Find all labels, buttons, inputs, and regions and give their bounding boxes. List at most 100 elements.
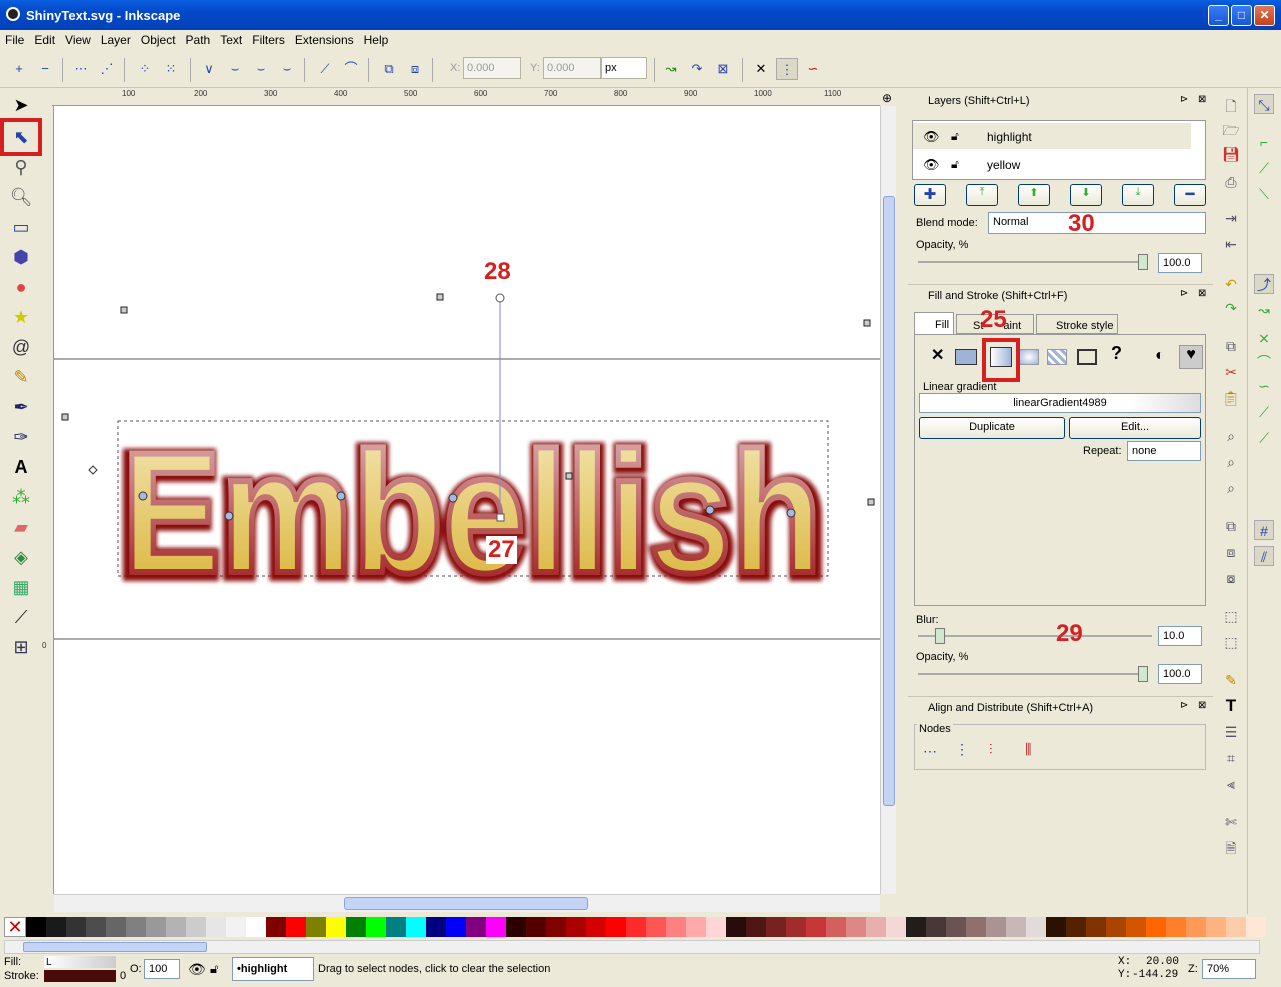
layer-row-highlight[interactable]: 👁︎ 🔓︎ highlight xyxy=(913,123,1191,149)
symmetric-node-icon[interactable]: ⌣ xyxy=(250,58,272,80)
document-properties-icon[interactable]: 🗎︎ xyxy=(1221,838,1241,858)
raise-layer-button[interactable]: ⬆ xyxy=(1018,184,1050,206)
color-swatch[interactable] xyxy=(446,917,466,937)
color-swatch[interactable] xyxy=(166,917,186,937)
color-swatch[interactable] xyxy=(826,917,846,937)
stroke-to-path-icon[interactable]: ⧈ xyxy=(404,58,426,80)
current-layer-select[interactable]: •highlight xyxy=(232,957,314,981)
group-icon[interactable]: ⬚ xyxy=(1221,606,1241,626)
color-swatch[interactable] xyxy=(326,917,346,937)
swatch-icon[interactable] xyxy=(1077,349,1097,365)
tweak-tool-icon[interactable]: ⚲ xyxy=(8,154,34,180)
color-swatch[interactable] xyxy=(606,917,626,937)
cut-icon[interactable]: ✂ xyxy=(1221,362,1241,382)
color-swatch[interactable] xyxy=(146,917,166,937)
color-swatch[interactable] xyxy=(46,917,66,937)
snap-intersections-icon[interactable]: ⨯ xyxy=(1254,328,1274,348)
color-swatch[interactable] xyxy=(126,917,146,937)
color-swatch[interactable] xyxy=(646,917,666,937)
bucket-tool-icon[interactable]: ◈ xyxy=(8,544,34,570)
swatch-row[interactable] xyxy=(26,914,1266,938)
color-swatch[interactable] xyxy=(186,917,206,937)
vertical-scrollbar[interactable] xyxy=(880,106,896,894)
fill-rule-nonzero-icon[interactable]: ♥ xyxy=(1179,345,1203,369)
color-swatch[interactable] xyxy=(286,917,306,937)
join-nodes-icon[interactable]: ⋯ xyxy=(70,58,92,80)
xml-editor-icon[interactable]: ⌗ xyxy=(1221,748,1241,768)
color-swatch[interactable] xyxy=(1206,917,1226,937)
pen-tool-icon[interactable]: ✒ xyxy=(8,394,34,420)
color-swatch[interactable] xyxy=(806,917,826,937)
snap-paths-icon[interactable]: ↝ xyxy=(1254,300,1274,320)
color-swatch[interactable] xyxy=(586,917,606,937)
color-swatch[interactable] xyxy=(926,917,946,937)
color-swatch[interactable] xyxy=(886,917,906,937)
curve-segment-icon[interactable]: ⌒ xyxy=(340,58,362,80)
color-swatch[interactable] xyxy=(1126,917,1146,937)
color-swatch[interactable] xyxy=(1166,917,1186,937)
color-swatch[interactable] xyxy=(386,917,406,937)
color-swatch[interactable] xyxy=(686,917,706,937)
rectangle-tool-icon[interactable]: ▭ xyxy=(8,214,34,240)
menu-path[interactable]: Path xyxy=(181,30,216,47)
none-swatch-icon[interactable]: ✕ xyxy=(4,917,26,937)
panel-close-icon[interactable]: ⊠ xyxy=(1198,288,1206,299)
join-segment-icon[interactable]: ⁘ xyxy=(134,58,156,80)
color-swatch[interactable] xyxy=(1146,917,1166,937)
menu-layer[interactable]: Layer xyxy=(96,30,136,47)
horizontal-scroll-thumb[interactable] xyxy=(344,897,588,910)
snap-enable-icon[interactable]: ⤡ xyxy=(1254,94,1274,114)
color-swatch[interactable] xyxy=(786,917,806,937)
fill-stroke-dialog-icon[interactable]: ✎ xyxy=(1221,670,1241,690)
menu-text[interactable]: Text xyxy=(215,30,247,47)
x-field[interactable]: 0.000 xyxy=(463,57,521,79)
blur-slider-thumb[interactable] xyxy=(935,628,946,644)
fill-rule-evenodd-icon[interactable]: ◐ xyxy=(1155,347,1165,365)
fill-opacity-slider-thumb[interactable] xyxy=(1138,666,1148,682)
fill-opacity-field[interactable]: 100.0 xyxy=(1158,664,1202,684)
zoom-tool-icon[interactable]: 🔍︎ xyxy=(8,184,34,210)
snap-cusp-icon[interactable]: ⌒ xyxy=(1254,352,1274,372)
layer-opacity-slider-thumb[interactable] xyxy=(1138,254,1148,270)
import-icon[interactable]: ⇥ xyxy=(1221,208,1241,228)
distribute-nodes-horizontal-icon[interactable]: ⫶ xyxy=(989,741,993,758)
menu-edit[interactable]: Edit xyxy=(29,30,60,47)
color-swatch[interactable] xyxy=(626,917,646,937)
blur-slider-track[interactable] xyxy=(918,628,1152,644)
panel-menu-icon[interactable]: ⊳ xyxy=(1180,94,1188,105)
pencil-tool-icon[interactable]: ✎ xyxy=(8,364,34,390)
menu-view[interactable]: View xyxy=(60,30,96,47)
show-transform-handles-icon[interactable]: ✕ xyxy=(750,58,772,80)
zoom-page-icon[interactable]: ⌕ xyxy=(1221,478,1241,498)
snap-guide-icon[interactable]: ⫽ xyxy=(1254,546,1274,566)
color-swatch[interactable] xyxy=(846,917,866,937)
undo-icon[interactable]: ↶ xyxy=(1221,274,1241,294)
vertical-scroll-thumb[interactable] xyxy=(883,196,895,806)
color-swatch[interactable] xyxy=(746,917,766,937)
snap-bbox-edge-icon[interactable]: ⟋ xyxy=(1254,158,1274,178)
horizontal-scrollbar[interactable] xyxy=(54,894,880,912)
unset-paint-icon[interactable]: ? xyxy=(1111,343,1122,364)
cusp-node-icon[interactable]: ∨ xyxy=(198,58,220,80)
flat-color-icon[interactable] xyxy=(955,349,977,365)
color-swatch[interactable] xyxy=(226,917,246,937)
spray-tool-icon[interactable]: ⁂ xyxy=(8,484,34,510)
color-swatch[interactable] xyxy=(866,917,886,937)
zoom-selection-icon[interactable]: ⌕ xyxy=(1221,426,1241,446)
color-swatch[interactable] xyxy=(506,917,526,937)
align-nodes-horizontal-icon[interactable]: ⋯ xyxy=(923,743,937,760)
zoom-field[interactable]: 70% xyxy=(1202,959,1256,979)
menu-filters[interactable]: Filters xyxy=(247,30,290,47)
tab-fill[interactable]: Fill xyxy=(914,312,954,334)
color-swatch[interactable] xyxy=(1106,917,1126,937)
snap-midpoint-icon[interactable]: ⟋ xyxy=(1254,402,1274,422)
text-tool-icon[interactable]: A xyxy=(8,454,34,480)
edit-mask-icon[interactable]: ⊠ xyxy=(712,58,734,80)
snap-smooth-icon[interactable]: ∽ xyxy=(1254,376,1274,396)
remove-layer-button[interactable]: ━ xyxy=(1174,184,1206,206)
color-swatch[interactable] xyxy=(666,917,686,937)
color-swatch[interactable] xyxy=(986,917,1006,937)
dropper-tool-icon[interactable]: ⟋ xyxy=(8,604,34,630)
preferences-icon[interactable]: ✄ xyxy=(1221,812,1241,832)
snap-bbox-corner-icon[interactable]: ⟍ xyxy=(1254,184,1274,204)
